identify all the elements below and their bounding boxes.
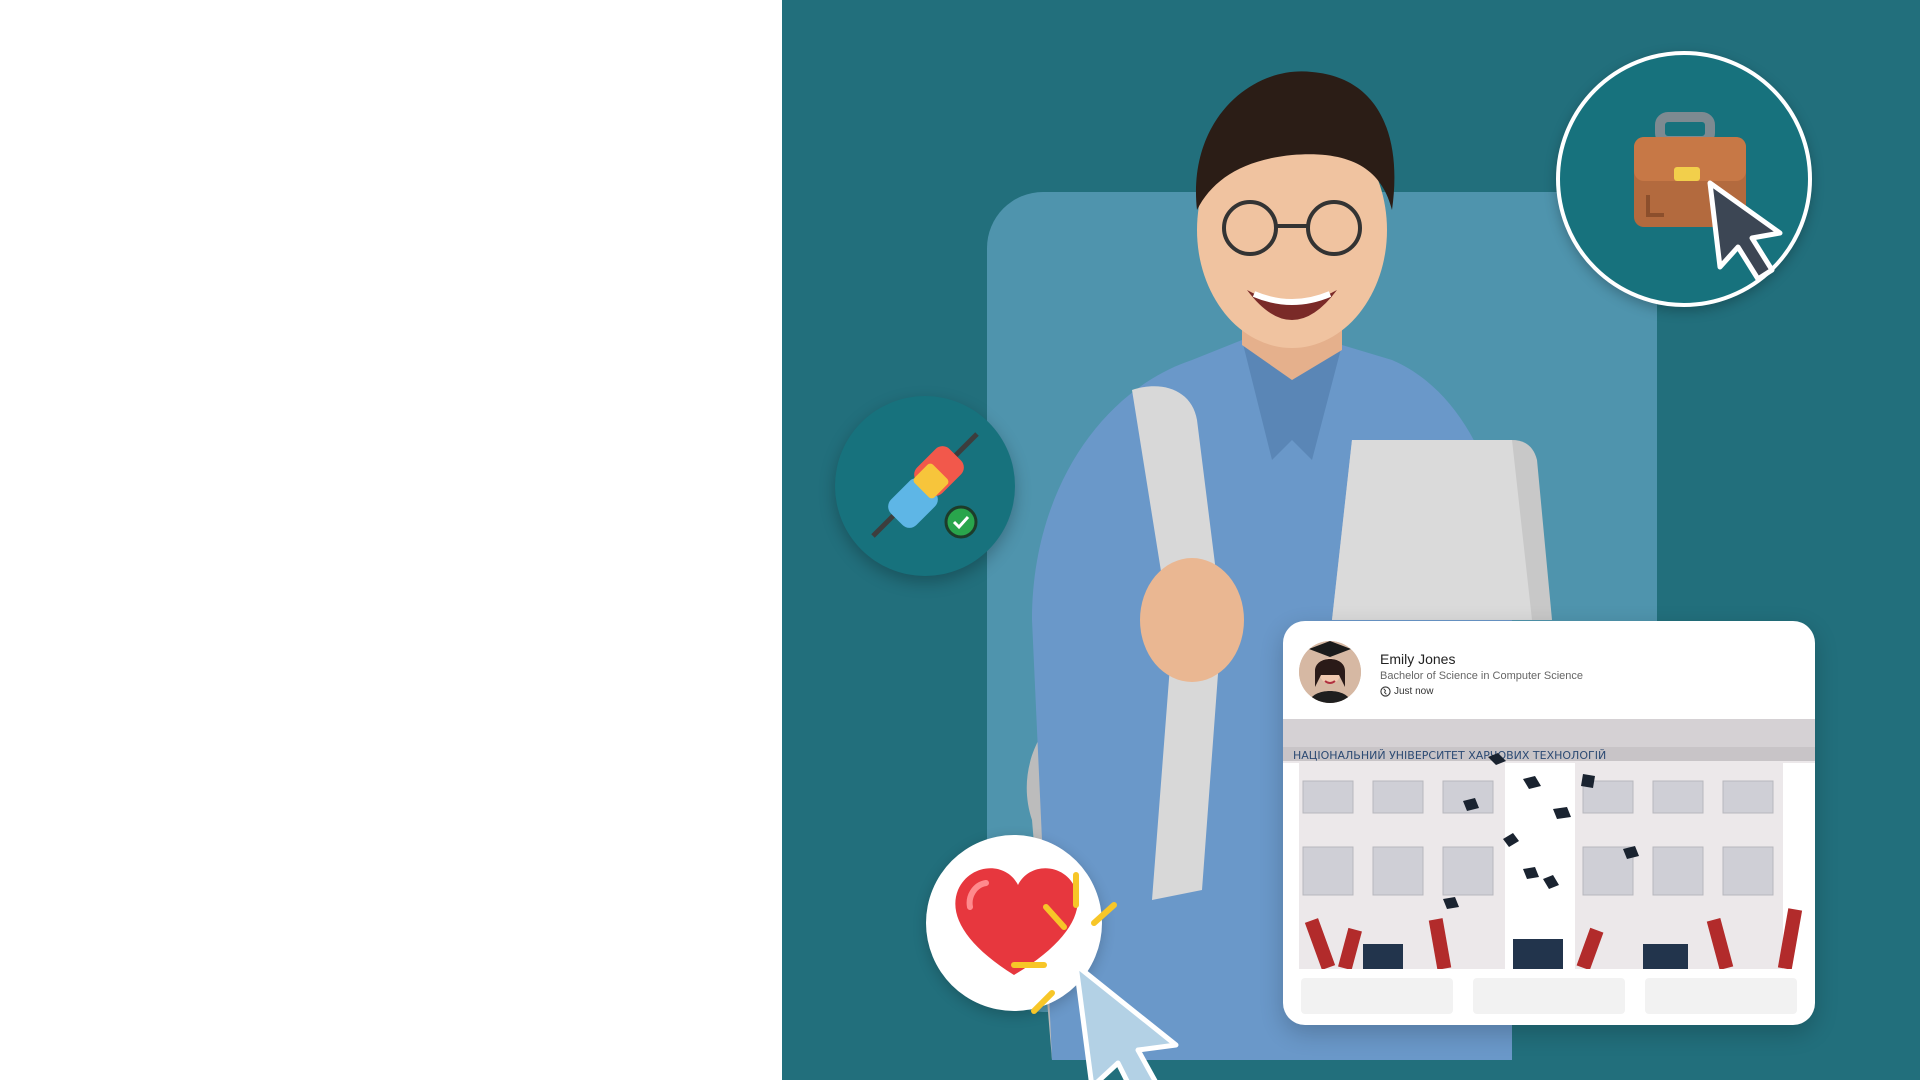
social-post-card[interactable]: Emily Jones Bachelor of Science in Compu…	[1283, 621, 1815, 1025]
hero-panel: Emily Jones Bachelor of Science in Compu…	[782, 0, 1920, 1080]
plug-icon	[871, 432, 979, 539]
like-badge	[926, 835, 1179, 1080]
author-subtitle: Bachelor of Science in Computer Science	[1380, 670, 1583, 682]
avatar[interactable]	[1299, 641, 1361, 703]
cursor-icon	[1073, 962, 1179, 1080]
post-time-label: Just now	[1394, 686, 1434, 697]
post-action-bar	[1301, 978, 1797, 1014]
post-timestamp: Just now	[1380, 686, 1433, 697]
author-name[interactable]: Emily Jones	[1380, 651, 1455, 667]
integration-badge	[835, 396, 1015, 576]
left-blank-pane	[0, 0, 782, 1080]
briefcase-badge	[1556, 51, 1812, 307]
globe-icon	[1380, 686, 1391, 697]
like-button[interactable]	[1301, 978, 1453, 1014]
share-button[interactable]	[1645, 978, 1797, 1014]
building-banner: НАЦІОНАЛЬНИЙ УНІВЕРСИТЕТ ХАРЧОВИХ ТЕХНОЛ…	[1293, 749, 1606, 762]
comment-button[interactable]	[1473, 978, 1625, 1014]
post-header: Emily Jones Bachelor of Science in Compu…	[1283, 621, 1815, 719]
post-image[interactable]: НАЦІОНАЛЬНИЙ УНІВЕРСИТЕТ ХАРЧОВИХ ТЕХНОЛ…	[1283, 719, 1815, 969]
cursor-icon	[1707, 180, 1783, 282]
